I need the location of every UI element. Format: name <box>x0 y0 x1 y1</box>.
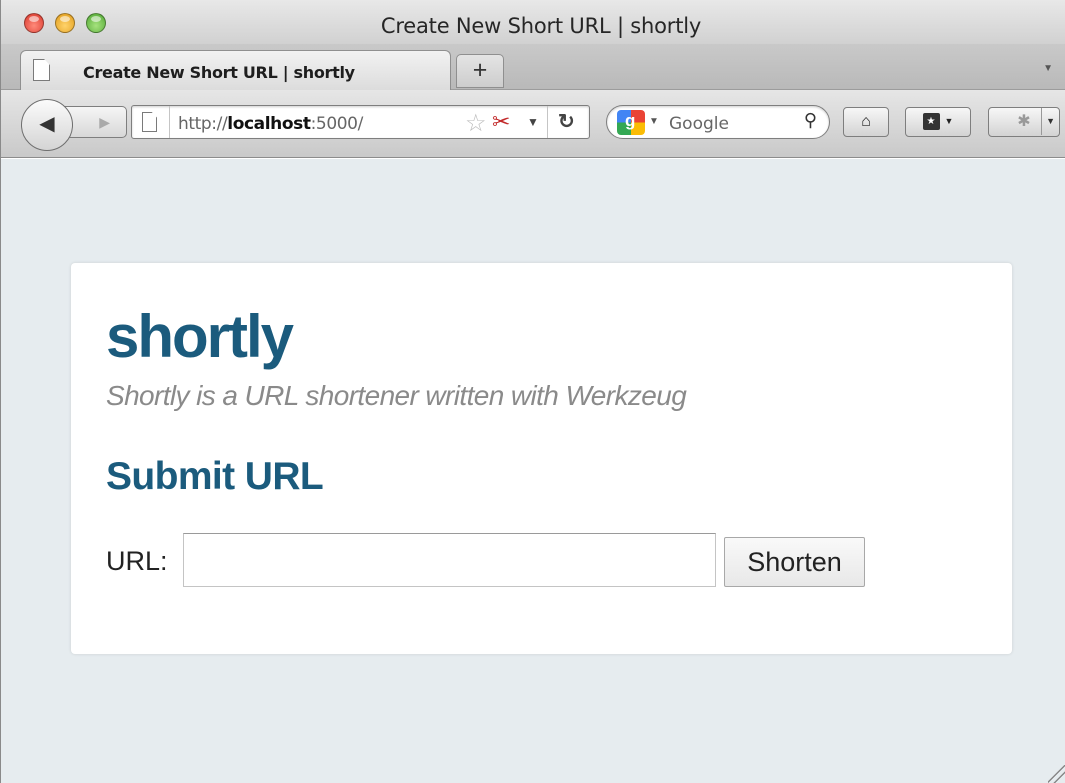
chevron-down-icon[interactable]: ▼ <box>1041 108 1055 135</box>
search-engine-dropdown-icon[interactable]: ▼ <box>649 116 659 127</box>
back-arrow-icon: ◀ <box>39 113 55 135</box>
page-viewport: shortly Shortly is a URL shortener writt… <box>1 159 1065 783</box>
url-input[interactable] <box>183 533 716 587</box>
google-icon[interactable] <box>617 110 645 135</box>
page-icon <box>33 59 50 81</box>
reload-icon[interactable]: ↻ <box>558 109 575 134</box>
star-icon[interactable]: ☆ <box>465 109 487 138</box>
home-button[interactable]: ⌂ <box>843 107 889 137</box>
address-host: localhost <box>227 114 311 134</box>
site-title: shortly <box>106 303 294 370</box>
content-card: shortly Shortly is a URL shortener writt… <box>71 263 1012 654</box>
search-placeholder[interactable]: Google <box>669 114 729 134</box>
forward-arrow-icon: ▶ <box>99 114 110 130</box>
back-forward-group: ▶ ◀ <box>21 99 127 151</box>
scissors-icon[interactable]: ✂ <box>492 109 510 135</box>
bookmark-icon: ★ <box>922 113 940 131</box>
tab-create-short-url[interactable]: Create New Short URL | shortly <box>20 50 451 90</box>
page-icon <box>142 112 157 132</box>
shorten-button[interactable]: Shorten <box>724 537 865 587</box>
new-tab-button[interactable]: + <box>456 54 504 88</box>
url-label: URL: <box>106 546 168 576</box>
back-button[interactable]: ◀ <box>21 99 73 151</box>
browser-window: Create New Short URL | shortly Create Ne… <box>0 0 1065 783</box>
navigation-toolbar: ▶ ◀ http://localhost:5000/ ☆ ✂ ▼ ↻ ▼ Goo… <box>1 90 1065 158</box>
history-dropdown-icon[interactable]: ▼ <box>527 115 539 129</box>
extension-button[interactable]: ✱ ▼ <box>988 107 1060 137</box>
site-tagline: Shortly is a URL shortener written with … <box>106 380 687 411</box>
address-bar[interactable]: http://localhost:5000/ ☆ ✂ ▼ ↻ <box>131 105 590 139</box>
address-divider <box>547 106 548 138</box>
tab-list-dropdown-icon[interactable]: ▼ <box>1043 63 1053 74</box>
chevron-down-icon: ▼ <box>944 116 954 127</box>
address-text[interactable]: http://localhost:5000/ <box>178 114 363 134</box>
title-bar: Create New Short URL | shortly <box>1 0 1065 48</box>
search-bar[interactable]: ▼ Google ⚲ <box>606 105 830 139</box>
bookmarks-button[interactable]: ★ ▼ <box>905 107 971 137</box>
section-heading: Submit URL <box>106 455 324 498</box>
window-title: Create New Short URL | shortly <box>380 14 702 38</box>
resize-grip[interactable] <box>1048 765 1065 783</box>
magnifier-icon[interactable]: ⚲ <box>804 110 817 131</box>
tab-strip: Create New Short URL | shortly + ▼ <box>1 44 1065 90</box>
tab-title: Create New Short URL | shortly <box>83 63 355 82</box>
extension-icon: ✱ <box>1017 113 1031 130</box>
address-divider <box>169 106 170 138</box>
home-icon: ⌂ <box>861 113 871 130</box>
